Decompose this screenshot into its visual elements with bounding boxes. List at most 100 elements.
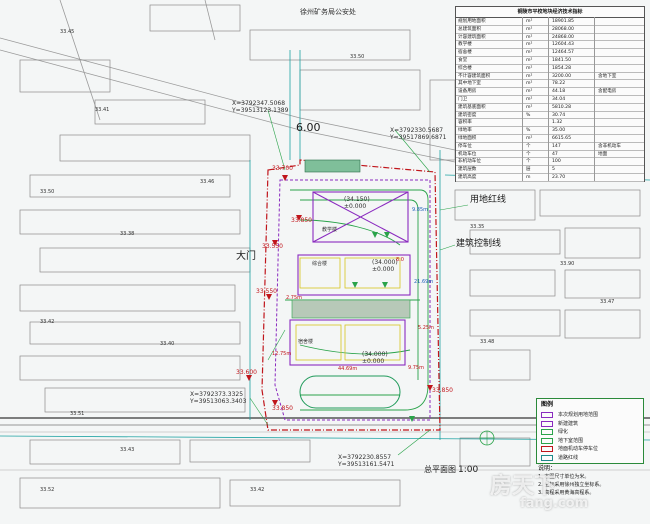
spot-level-1: 33.700 [272, 165, 293, 172]
spot-level-5: 33.600 [236, 369, 257, 376]
table-cell: 78.22 [552, 81, 566, 87]
table-row: 停车位 个 147 含非机动车 [456, 143, 644, 151]
legend-swatch [541, 455, 553, 461]
table-column-divider [522, 17, 523, 181]
legend-label: 本次规划用地范围 [558, 412, 599, 418]
legend-label: 地面机动车停车位 [558, 446, 599, 453]
table-cell: 23.70 [552, 175, 566, 180]
table-cell: m² [526, 81, 533, 87]
table-cell: 3200.00 [552, 73, 571, 79]
table-row: 设备用房 m² 44.18 含配电房 [456, 88, 644, 96]
table-cell: 个 [526, 159, 531, 165]
legend-swatch [541, 429, 553, 436]
grid-value-7: 33.51 [70, 411, 85, 417]
table-cell: 门卫 [458, 97, 468, 102]
coord-2-y: Y=39517869.6871 [390, 134, 447, 141]
table-cell: m² [526, 50, 533, 56]
site-plan: 徐州矿务局公安处 6.00 X=3792347.5068 Y=39513123.… [0, 0, 650, 524]
spot-level-3: 33.550 [262, 243, 283, 250]
table-cell: 不计容建筑面积 [458, 73, 491, 79]
coord-3-y: Y=39513063.3403 [190, 398, 247, 405]
spot-level-4: 33.550 [256, 288, 277, 295]
legend-title: 图例 [541, 401, 554, 408]
table-cell: m² [526, 65, 533, 71]
legend-item: 新建建筑 [541, 420, 641, 428]
table-cell: 5 [552, 167, 555, 173]
table-cell: m² [526, 89, 533, 95]
table-cell: 建筑高度 [458, 175, 477, 180]
table-row: 非机动车位 个 100 [456, 158, 644, 167]
watermark-domain: fang.com [520, 496, 589, 511]
table-cell: 机动车位 [458, 151, 477, 157]
table-row: 教学楼 m² 12604.43 [456, 41, 644, 50]
setback-label: 建筑控制线 [456, 239, 502, 249]
dim-3: 44.69m [338, 366, 358, 372]
table-cell: 其中地下室 [458, 81, 481, 87]
table-cell: 100 [552, 159, 561, 165]
table-cell: m² [526, 34, 533, 40]
table-row: 计容建筑面积 m² 24868.00 [456, 34, 644, 42]
table-cell: 147 [552, 143, 561, 149]
dim-1: 9.85m [412, 207, 429, 213]
legend-swatch [541, 420, 553, 427]
grid-value-5: 33.42 [40, 319, 55, 325]
coord-4-y: Y=39513161.5471 [338, 461, 395, 468]
table-cell: % [526, 128, 531, 134]
grid-value-1: 33.45 [60, 29, 75, 35]
north-arrow [479, 430, 495, 446]
grid-value-14: 33.43 [120, 447, 135, 453]
bureau-label: 徐州矿务局公安处 [300, 8, 356, 16]
table-cell: 含地下室 [598, 73, 617, 79]
table-title: 铜陵市平校地块经济技术指标 [456, 7, 644, 18]
building-1-name: 教学楼 [322, 227, 338, 233]
hatched-area [304, 159, 361, 173]
track-outline [299, 375, 401, 409]
table-cell: 教学楼 [458, 42, 472, 48]
table-cell: m² [526, 19, 533, 24]
table-cell: 食堂 [458, 58, 468, 63]
grid-value-9: 33.50 [350, 54, 365, 60]
table-cell: 规划用地面积 [458, 19, 486, 24]
table-cell: m² [526, 104, 533, 110]
table-cell: m [526, 175, 531, 180]
dim-7: 2.75m [286, 295, 303, 301]
green-block [291, 299, 411, 319]
table-cell: 35.00 [552, 128, 566, 134]
table-row: 建筑高度 m 23.70 [456, 174, 644, 182]
table-column-divider [548, 17, 549, 181]
grid-value-12: 33.48 [480, 339, 495, 345]
legend: 图例 本次规划用地范围 新建建筑 绿化 地下室范围 地面机动车停车位 道路红线 [536, 398, 644, 464]
road-width-label: 6.00 [296, 121, 321, 134]
table-cell: 5810.28 [552, 104, 571, 110]
building-3-zero: ±0.000 [362, 358, 385, 365]
dim-4: 9.75m [408, 365, 425, 371]
table-cell: 18901.85 [552, 19, 574, 24]
table-cell: 30.74 [552, 112, 566, 118]
table-cell: m² [526, 26, 533, 32]
table-row: 其中地下室 m² 78.22 [456, 80, 644, 89]
spot-level-7: 33.850 [272, 405, 293, 412]
scale-ratio: 1:00 [458, 465, 479, 475]
scale-title: 总平面图 [424, 465, 456, 474]
table-cell: 1.32 [552, 120, 563, 126]
building-2-zero: ±0.000 [372, 266, 395, 273]
building-3-name: 宿舍楼 [298, 339, 314, 345]
table-row: 规划用地面积 m² 18901.85 [456, 18, 644, 26]
legend-item: 绿化 [541, 428, 641, 436]
grid-value-11: 33.90 [560, 261, 575, 267]
legend-swatch [541, 412, 553, 418]
legend-item: 地面机动车停车位 [541, 445, 641, 453]
table-row: 食堂 m² 1841.50 [456, 57, 644, 65]
legend-item: 道路红线 [541, 454, 641, 462]
table-row: 总建筑面积 m² 28068.00 [456, 26, 644, 34]
table-cell: 44.18 [552, 89, 566, 95]
table-cell: 总建筑面积 [458, 26, 481, 32]
table-cell: 6615.65 [552, 136, 571, 141]
table-cell: 12464.57 [552, 50, 574, 56]
table-cell: 12604.43 [552, 42, 574, 48]
table-cell: 设备用房 [458, 89, 477, 95]
table-cell: 建筑层数 [458, 167, 477, 173]
table-cell: % [526, 112, 531, 118]
table-cell: 宿舍楼 [458, 50, 472, 56]
grid-value-8: 33.46 [200, 179, 215, 185]
